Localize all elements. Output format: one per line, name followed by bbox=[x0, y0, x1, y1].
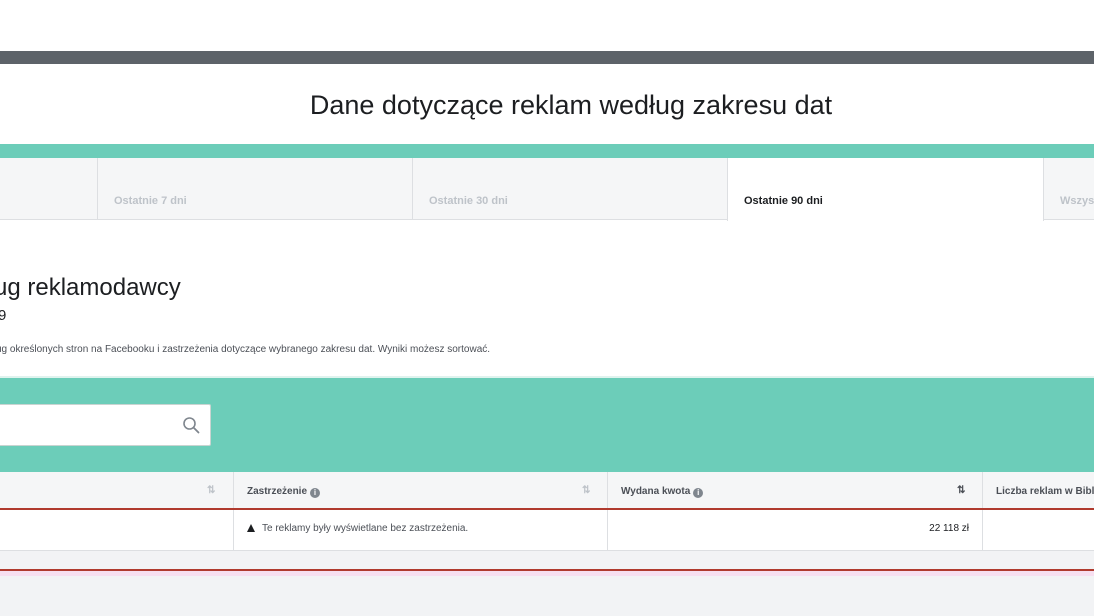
column-header-disclaimer[interactable]: Zastrzeżenie i ⇅ bbox=[233, 472, 608, 508]
tab-last-90-days[interactable]: Ostatnie 90 dni bbox=[727, 158, 1044, 221]
info-icon[interactable]: i bbox=[310, 488, 321, 498]
sort-icon[interactable]: ⇅ bbox=[207, 485, 216, 496]
warning-icon bbox=[247, 524, 255, 532]
cell-ad-count bbox=[982, 510, 1094, 550]
info-icon[interactable]: i bbox=[693, 488, 704, 498]
cell-amount-spent: 22 118 zł bbox=[607, 510, 983, 550]
cell-disclaimer: Te reklamy były wyświetlane bez zastrzeż… bbox=[233, 510, 608, 550]
top-bar bbox=[0, 51, 1094, 64]
column-header-amount-spent[interactable]: Wydana kwota i ⇅ bbox=[607, 472, 983, 508]
tab-last-7-days[interactable]: Ostatnie 7 dni bbox=[97, 158, 413, 220]
tab-last-30-days[interactable]: Ostatnie 30 dni bbox=[412, 158, 728, 220]
page-title: Dane dotyczące reklam według zakresu dat bbox=[309, 90, 833, 120]
tab-previous[interactable] bbox=[0, 158, 97, 220]
accent-strip bbox=[0, 144, 1094, 158]
search-icon[interactable] bbox=[182, 416, 200, 434]
tab-all[interactable]: Wszystkie bbox=[1043, 158, 1094, 220]
date-range-tabs: Ostatnie 7 dni Ostatnie 30 dni Ostatnie … bbox=[0, 158, 1094, 221]
divider bbox=[0, 571, 1094, 576]
cell-advertiser bbox=[0, 510, 234, 550]
table-footer-area bbox=[0, 551, 1094, 616]
sort-icon[interactable]: ⇅ bbox=[957, 485, 966, 496]
sort-icon[interactable]: ⇅ bbox=[582, 485, 591, 496]
section-description: ug określonych stron na Facebooku i zast… bbox=[0, 344, 491, 355]
column-header-ad-count[interactable]: Liczba reklam w Bibliotece bbox=[982, 472, 1094, 508]
column-header-advertiser[interactable]: ⇅ bbox=[0, 472, 234, 508]
section-subheading: 9 bbox=[0, 307, 7, 324]
table-header: ⇅ Zastrzeżenie i ⇅ Wydana kwota i ⇅ Liczba… bbox=[0, 472, 1094, 510]
section-heading: ug reklamodawcy bbox=[0, 274, 181, 301]
search-input[interactable] bbox=[0, 404, 211, 446]
table-row[interactable]: Te reklamy były wyświetlane bez zastrzeż… bbox=[0, 510, 1094, 551]
filter-bar bbox=[0, 376, 1094, 472]
